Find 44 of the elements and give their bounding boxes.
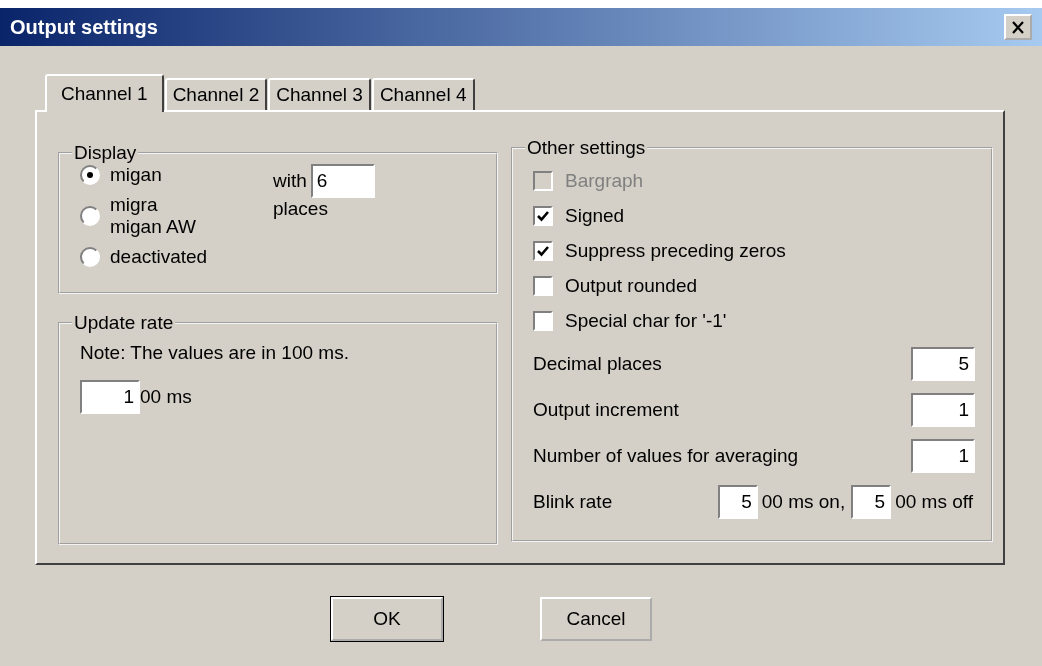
blink-off-field[interactable]: 5 <box>851 485 892 519</box>
unit-label: 00 ms on, <box>761 491 846 513</box>
close-button[interactable] <box>1004 14 1032 40</box>
number-field[interactable]: 5 <box>911 347 975 381</box>
tab[interactable]: Channel 1 <box>45 74 164 112</box>
radio-button[interactable] <box>80 247 100 267</box>
with-label: with <box>273 170 307 192</box>
group-title: Display <box>73 142 138 164</box>
radio-label: deactivated <box>110 246 208 268</box>
group-title: Update rate <box>73 312 175 334</box>
tab[interactable]: Channel 2 <box>164 78 268 110</box>
checkbox-label: Suppress preceding zeros <box>565 239 786 262</box>
radio-label: migan <box>110 164 162 186</box>
dialog-button[interactable]: OK <box>331 597 443 641</box>
checkbox[interactable] <box>533 275 553 296</box>
note-text: Note: The values are in 100 ms. <box>80 342 350 364</box>
field-label: Decimal places <box>533 353 662 375</box>
checkbox-label: Bargraph <box>565 169 644 192</box>
radio-label: migra migan AW <box>110 194 196 238</box>
tab[interactable]: Channel 3 <box>268 78 371 110</box>
blink-on-field[interactable]: 5 <box>717 485 758 519</box>
field-label: Output increment <box>533 399 679 421</box>
checkbox-label: Signed <box>565 204 625 227</box>
update-rate-field[interactable]: 1 <box>80 380 140 414</box>
checkbox[interactable] <box>533 310 553 331</box>
checkbox-label: Output rounded <box>565 274 698 297</box>
number-field[interactable]: 1 <box>911 439 975 473</box>
checkbox[interactable] <box>533 205 553 226</box>
number-field[interactable]: 1 <box>911 393 975 427</box>
dialog-button[interactable]: Cancel <box>540 597 652 641</box>
checkbox-label: Special char for '-1' <box>565 309 727 332</box>
unit-label: 00 ms off <box>895 491 973 513</box>
close-icon <box>1011 20 1025 34</box>
field-label: Blink rate <box>533 491 613 513</box>
places-label: places <box>273 198 329 220</box>
tab[interactable]: Channel 4 <box>371 78 475 110</box>
window-title: Output settings <box>10 15 158 39</box>
radio-button[interactable] <box>80 206 100 226</box>
checkbox[interactable] <box>533 240 553 261</box>
unit-label: 00 ms <box>140 386 192 408</box>
group-title: Other settings <box>526 137 647 159</box>
field-label: Number of values for averaging <box>533 445 799 467</box>
places-field[interactable]: 6 <box>310 164 375 198</box>
radio-button[interactable] <box>80 165 100 185</box>
